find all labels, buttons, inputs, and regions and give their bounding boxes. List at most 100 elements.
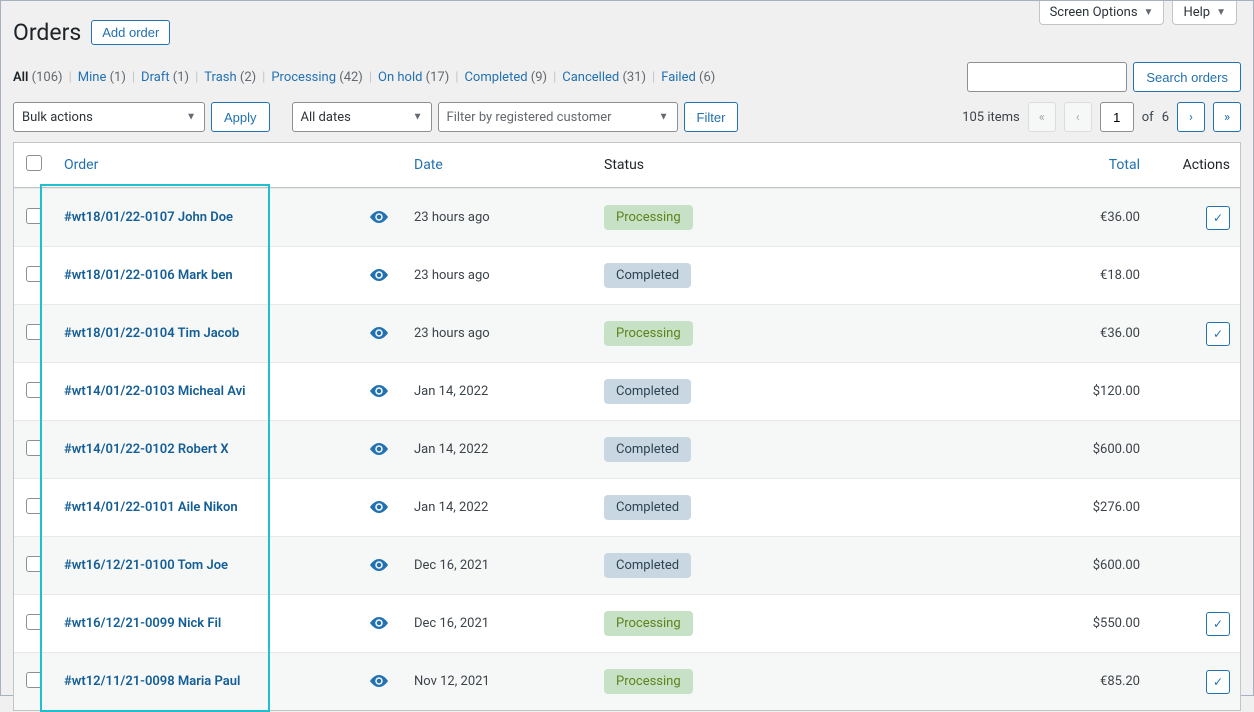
order-link[interactable]: #wt12/11/21-0098 Maria Paul: [64, 674, 240, 689]
view-filter-failed[interactable]: Failed: [661, 70, 696, 85]
status-badge: Completed: [604, 379, 691, 404]
view-filter-mine[interactable]: Mine: [78, 70, 107, 85]
preview-icon[interactable]: [354, 362, 404, 420]
pager-current-input[interactable]: [1100, 102, 1134, 132]
status-badge: Completed: [604, 437, 691, 462]
select-all-checkbox[interactable]: [26, 155, 42, 171]
filter-button[interactable]: Filter: [684, 102, 739, 132]
row-checkbox[interactable]: [26, 266, 42, 282]
order-link[interactable]: #wt14/01/22-0101 Aile Nikon: [64, 500, 238, 515]
view-filter-on-hold[interactable]: On hold: [378, 70, 422, 85]
view-count: (106): [28, 70, 62, 85]
order-date: Jan 14, 2022: [404, 478, 594, 536]
order-date: 23 hours ago: [404, 188, 594, 246]
customer-filter-select[interactable]: Filter by registered customer ▼: [438, 102, 678, 132]
chevron-down-icon: ▼: [659, 112, 669, 123]
complete-order-button[interactable]: ✓: [1206, 206, 1230, 230]
order-total: $120.00: [854, 362, 1150, 420]
status-badge: Completed: [604, 263, 691, 288]
row-checkbox[interactable]: [26, 672, 42, 688]
order-link[interactable]: #wt16/12/21-0099 Nick Fil: [64, 616, 221, 631]
view-count: (31): [619, 70, 646, 85]
order-link[interactable]: #wt18/01/22-0106 Mark ben: [64, 268, 233, 283]
order-link[interactable]: #wt14/01/22-0103 Micheal Avi: [64, 384, 246, 399]
complete-order-button[interactable]: ✓: [1206, 670, 1230, 694]
view-count: (6): [696, 70, 716, 85]
view-filter-processing[interactable]: Processing: [271, 70, 336, 85]
chevron-down-icon: ▼: [413, 112, 423, 123]
status-badge: Processing: [604, 669, 693, 694]
view-count: (2): [237, 70, 257, 85]
view-count: (17): [422, 70, 449, 85]
order-link[interactable]: #wt18/01/22-0104 Tim Jacob: [64, 326, 239, 341]
apply-bulk-button[interactable]: Apply: [211, 102, 270, 132]
row-checkbox[interactable]: [26, 324, 42, 340]
views-list: All (106) | Mine (1) | Draft (1) | Trash…: [13, 70, 715, 85]
view-filter-draft[interactable]: Draft: [141, 70, 170, 85]
row-checkbox[interactable]: [26, 614, 42, 630]
view-filter-trash[interactable]: Trash: [204, 70, 236, 85]
complete-order-button[interactable]: ✓: [1206, 322, 1230, 346]
search-orders-button[interactable]: Search orders: [1133, 62, 1241, 92]
table-row: #wt18/01/22-0106 Mark ben23 hours agoCom…: [14, 246, 1240, 304]
pager-total: 6: [1162, 110, 1169, 125]
bulk-actions-select[interactable]: Bulk actions ▼: [13, 102, 205, 132]
preview-icon[interactable]: [354, 304, 404, 362]
order-total: €85.20: [854, 652, 1150, 710]
row-checkbox[interactable]: [26, 208, 42, 224]
view-filter-completed[interactable]: Completed: [464, 70, 527, 85]
col-header-actions: Actions: [1150, 143, 1240, 188]
col-header-status: Status: [594, 143, 854, 188]
order-link[interactable]: #wt18/01/22-0107 John Doe: [64, 210, 233, 225]
pager-prev-button: ‹: [1064, 102, 1092, 132]
order-total: $600.00: [854, 420, 1150, 478]
view-filter-all[interactable]: All: [13, 70, 28, 85]
table-row: #wt16/12/21-0099 Nick FilDec 16, 2021Pro…: [14, 594, 1240, 652]
table-row: #wt14/01/22-0101 Aile NikonJan 14, 2022C…: [14, 478, 1240, 536]
status-badge: Processing: [604, 205, 693, 230]
preview-icon[interactable]: [354, 246, 404, 304]
view-filter-cancelled[interactable]: Cancelled: [562, 70, 619, 85]
date-filter-select[interactable]: All dates ▼: [292, 102, 432, 132]
preview-icon[interactable]: [354, 478, 404, 536]
pager-last-button[interactable]: »: [1213, 102, 1241, 132]
order-total: $276.00: [854, 478, 1150, 536]
col-header-order[interactable]: Order: [54, 143, 354, 188]
order-link[interactable]: #wt16/12/21-0100 Tom Joe: [64, 558, 228, 573]
order-link[interactable]: #wt14/01/22-0102 Robert X: [64, 442, 229, 457]
orders-table: Order Date Status Total Actions #wt18/01…: [13, 142, 1241, 711]
row-checkbox[interactable]: [26, 382, 42, 398]
row-checkbox[interactable]: [26, 440, 42, 456]
order-total: $550.00: [854, 594, 1150, 652]
chevron-down-icon: ▼: [186, 112, 196, 123]
screen-options-tab[interactable]: Screen Options ▼: [1039, 1, 1165, 25]
row-checkbox[interactable]: [26, 498, 42, 514]
table-row: #wt14/01/22-0102 Robert X Jan 14, 2022 Com…: [14, 420, 1240, 478]
preview-icon[interactable]: [354, 652, 404, 710]
bulk-actions-label: Bulk actions: [22, 110, 93, 125]
caret-down-icon: ▼: [1144, 7, 1154, 18]
pager-first-button: «: [1028, 102, 1056, 132]
order-total: €36.00: [854, 304, 1150, 362]
preview-icon[interactable]: [354, 420, 404, 478]
order-date: Jan 14, 2022: [404, 420, 594, 478]
complete-order-button[interactable]: ✓: [1206, 612, 1230, 636]
customer-filter-placeholder: Filter by registered customer: [447, 110, 612, 125]
order-total: €18.00: [854, 246, 1150, 304]
pager-next-button[interactable]: ›: [1177, 102, 1205, 132]
add-order-button[interactable]: Add order: [91, 20, 170, 45]
row-checkbox[interactable]: [26, 556, 42, 572]
order-total: $600.00: [854, 536, 1150, 594]
col-header-date[interactable]: Date: [404, 143, 594, 188]
status-badge: Processing: [604, 321, 693, 346]
preview-icon[interactable]: [354, 536, 404, 594]
preview-icon[interactable]: [354, 188, 404, 246]
preview-icon[interactable]: [354, 594, 404, 652]
table-row: #wt18/01/22-0104 Tim Jacob23 hours agoPr…: [14, 304, 1240, 362]
page-title: Orders: [13, 19, 81, 46]
col-header-total[interactable]: Total: [854, 143, 1150, 188]
search-input[interactable]: [967, 62, 1127, 92]
help-tab[interactable]: Help ▼: [1172, 1, 1237, 25]
view-count: (1): [106, 70, 126, 85]
order-date: Nov 12, 2021: [404, 652, 594, 710]
